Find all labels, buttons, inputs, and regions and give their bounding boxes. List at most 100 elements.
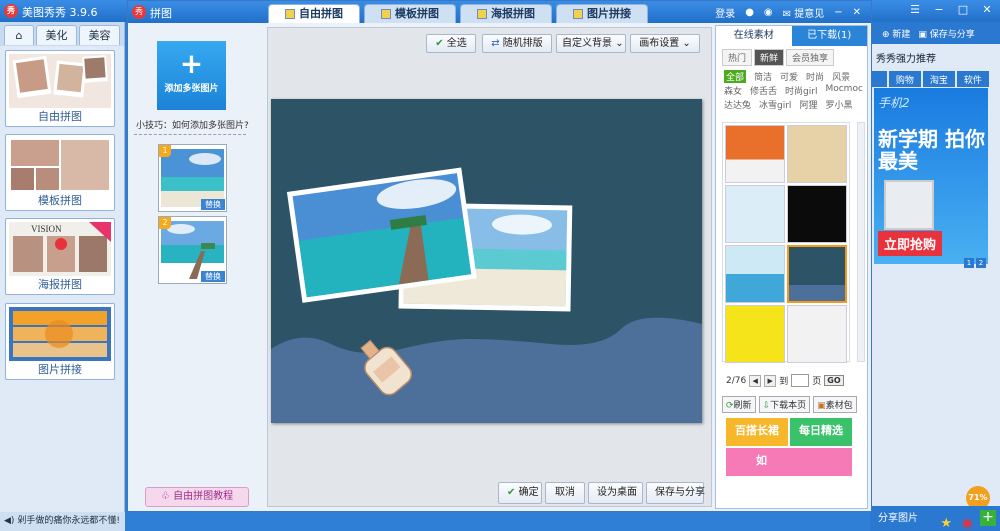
download-page-button[interactable]: ⇩下载本页 bbox=[758, 396, 811, 413]
add-icon[interactable]: + bbox=[980, 510, 996, 526]
footprint-icon: ♧ bbox=[160, 491, 170, 502]
select-all-button[interactable]: ✔ 全选 bbox=[426, 34, 476, 53]
canvas-area: ✔ 全选 ⇄ 随机排版 自定义背景 ⌄ 画布设置 ⌄ bbox=[267, 27, 712, 507]
material-thumb[interactable] bbox=[725, 245, 785, 303]
tab-downloaded[interactable]: 已下载(1) bbox=[791, 26, 867, 46]
tip-link[interactable]: 小技巧：如何添加多张图片? bbox=[136, 118, 249, 131]
mode-template-collage[interactable]: 模板拼图 bbox=[5, 134, 115, 211]
save-share-button[interactable]: ▣ 保存与分享 bbox=[918, 27, 974, 40]
custom-background-dropdown[interactable]: 自定义背景 ⌄ bbox=[556, 34, 626, 53]
refresh-button[interactable]: ⟳刷新 bbox=[722, 396, 756, 413]
weibo-login-icon[interactable]: ◉ bbox=[764, 7, 773, 18]
material-thumb[interactable] bbox=[787, 305, 847, 363]
home-tab[interactable]: ⌂ bbox=[4, 25, 34, 45]
category-item[interactable]: 全部 bbox=[724, 70, 747, 83]
material-thumb[interactable] bbox=[787, 125, 847, 183]
tab-online-materials[interactable]: 在线素材 bbox=[716, 26, 792, 46]
category-item[interactable]: 可爱 bbox=[780, 70, 798, 83]
category-item[interactable]: 修舌舌 bbox=[750, 84, 777, 97]
materials-scrollbar[interactable] bbox=[857, 122, 865, 362]
replace-button[interactable]: 替换 bbox=[201, 271, 225, 282]
tab-free-collage[interactable]: 自由拼图 bbox=[268, 4, 360, 23]
material-thumb-selected[interactable] bbox=[787, 245, 847, 303]
ad-banner[interactable]: 手机2 新学期 拍你最美 立即抢购 bbox=[874, 88, 988, 264]
set-desktop-button[interactable]: 设为桌面 bbox=[588, 482, 643, 504]
ad-tab-shopping[interactable]: 购物 bbox=[888, 71, 921, 87]
tab-image-stitch[interactable]: 图片拼接 bbox=[556, 4, 648, 23]
tab-poster-collage[interactable]: 海报拼图 bbox=[460, 4, 552, 23]
ad-tab-software[interactable]: 软件 bbox=[956, 71, 989, 87]
qq-icon[interactable]: ● bbox=[745, 7, 754, 18]
category-item[interactable]: Mocmoc bbox=[825, 84, 862, 97]
ad-tab-taobao[interactable]: 淘宝 bbox=[922, 71, 955, 87]
custom-bg-label: 自定义背景 bbox=[562, 38, 612, 49]
new-button[interactable]: ⊕ 新建 bbox=[882, 27, 910, 40]
tab-template-collage[interactable]: 模板拼图 bbox=[364, 4, 456, 23]
category-item[interactable]: 达达兔 bbox=[724, 98, 751, 111]
ad-cta-button[interactable]: 立即抢购 bbox=[878, 231, 943, 256]
login-link[interactable]: 登录 bbox=[715, 5, 735, 20]
dialog-title: 拼图 bbox=[150, 7, 172, 20]
download-label: 下载本页 bbox=[770, 401, 807, 411]
category-item[interactable]: 简洁 bbox=[754, 70, 772, 83]
skin-icon[interactable]: ☰ bbox=[906, 2, 924, 18]
category-item[interactable]: 时尚 bbox=[806, 70, 824, 83]
category-item[interactable]: 罗小黑 bbox=[825, 98, 852, 111]
category-item[interactable]: 风景 bbox=[832, 70, 850, 83]
minimize-icon[interactable]: − bbox=[930, 2, 948, 18]
tab-beautify[interactable]: 美化 bbox=[36, 25, 77, 45]
mode-image-stitch-thumb bbox=[9, 307, 111, 361]
photo-slot-2[interactable]: 2 替换 bbox=[158, 216, 227, 284]
category-item[interactable]: 时尚girl bbox=[785, 84, 817, 97]
ad-page-2[interactable]: 2 bbox=[976, 258, 986, 268]
ad-page-1[interactable]: 1 bbox=[964, 258, 974, 268]
feedback-link[interactable]: ✉ 提意见 bbox=[783, 5, 825, 20]
next-page-icon[interactable]: ▶ bbox=[764, 374, 777, 387]
star-icon[interactable]: ★ bbox=[940, 511, 952, 531]
mode-image-stitch[interactable]: 图片拼接 bbox=[5, 303, 115, 380]
promo-daily-picks[interactable]: 每日精选 bbox=[790, 418, 852, 446]
mode-free-collage[interactable]: 自由拼图 bbox=[5, 50, 115, 127]
collage-canvas[interactable] bbox=[271, 99, 702, 423]
share-image-label[interactable]: 分享图片 bbox=[878, 513, 918, 524]
materials-panel: 在线素材 已下载(1) 热门 新鲜 会员独享 全部 简洁 可爱 时尚 风景 森女… bbox=[715, 25, 868, 509]
random-layout-button[interactable]: ⇄ 随机排版 bbox=[482, 34, 552, 53]
material-thumb[interactable] bbox=[725, 185, 785, 243]
tutorial-button[interactable]: ♧ 自由拼图教程 bbox=[145, 487, 249, 507]
material-thumb[interactable] bbox=[787, 185, 847, 243]
prev-page-icon[interactable]: ◀ bbox=[749, 374, 762, 387]
tab-beauty[interactable]: 美容 bbox=[79, 25, 120, 45]
refresh-icon: ⟳ bbox=[726, 401, 734, 411]
subtab-vip[interactable]: 会员独享 bbox=[786, 49, 835, 66]
go-button[interactable]: GO bbox=[824, 375, 844, 386]
subtab-fresh[interactable]: 新鲜 bbox=[754, 49, 785, 66]
category-item[interactable]: 冰雪girl bbox=[759, 98, 791, 111]
dialog-close-icon[interactable]: ✕ bbox=[853, 7, 861, 18]
promo-banner[interactable]: 如 bbox=[726, 448, 852, 476]
materials-tabs: 在线素材 已下载(1) bbox=[716, 26, 867, 46]
maximize-icon[interactable]: □ bbox=[954, 2, 972, 18]
material-pack-label: 素材包 bbox=[825, 401, 853, 411]
mode-poster-collage[interactable]: VISION 海报拼图 bbox=[5, 218, 115, 295]
ad-banner-headline: 新学期 拍你最美 bbox=[878, 127, 985, 173]
material-thumb[interactable] bbox=[725, 125, 785, 183]
add-multiple-images-button[interactable]: + 添加多张图片 bbox=[157, 41, 226, 110]
save-and-share-button[interactable]: 保存与分享 bbox=[646, 482, 705, 504]
canvas-settings-dropdown[interactable]: 画布设置 ⌄ bbox=[630, 34, 700, 53]
photo-slot-1[interactable]: 1 替换 bbox=[158, 144, 227, 212]
replace-button[interactable]: 替换 bbox=[201, 199, 225, 210]
category-item[interactable]: 阿狸 bbox=[799, 98, 817, 111]
subtab-hot[interactable]: 热门 bbox=[722, 49, 753, 66]
page-input[interactable] bbox=[791, 374, 810, 387]
material-pack-button[interactable]: ▣素材包 bbox=[813, 396, 857, 413]
close-icon[interactable]: ✕ bbox=[978, 2, 996, 18]
dialog-minimize-icon[interactable]: − bbox=[834, 7, 842, 18]
material-thumb[interactable] bbox=[725, 305, 785, 363]
cancel-button[interactable]: 取消 bbox=[545, 482, 585, 504]
confirm-button[interactable]: ✔ 确定 bbox=[498, 482, 542, 504]
image-stitch-icon bbox=[573, 9, 583, 19]
ad-tab-blank[interactable] bbox=[870, 71, 887, 87]
category-item[interactable]: 森女 bbox=[724, 84, 742, 97]
weibo-icon[interactable]: ◉ bbox=[962, 511, 973, 531]
promo-long-dress[interactable]: 百搭长裙 bbox=[726, 418, 788, 446]
